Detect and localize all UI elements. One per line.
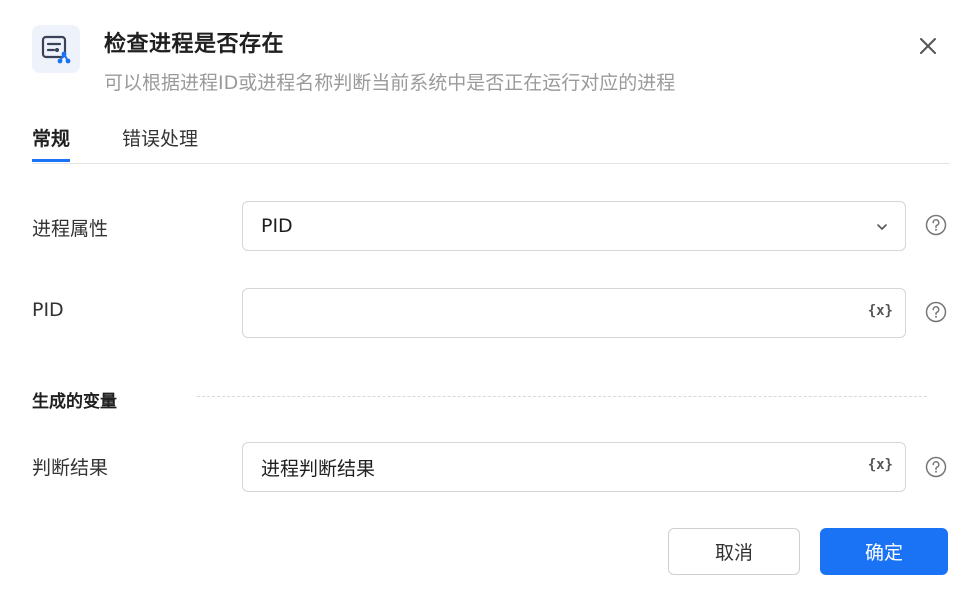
variable-insert-button[interactable]: {x} [868, 303, 893, 319]
result-label: 判断结果 [32, 457, 109, 479]
result-variable-input[interactable] [244, 444, 844, 490]
chevron-down-icon[interactable] [875, 220, 889, 234]
tab-general[interactable]: 常规 [32, 124, 71, 162]
confirm-button[interactable]: 确定 [820, 528, 948, 575]
help-icon[interactable] [925, 214, 947, 236]
section-divider [197, 396, 927, 397]
tab-bar: 常规 错误处理 [32, 124, 950, 164]
process-attr-value: PID [261, 215, 293, 237]
dialog-title: 检查进程是否存在 [104, 32, 285, 57]
process-attr-select[interactable]: PID [242, 201, 906, 251]
variable-insert-button[interactable]: {x} [868, 457, 893, 473]
dialog-subtitle: 可以根据进程ID或进程名称判断当前系统中是否正在运行对应的进程 [104, 72, 676, 94]
close-icon[interactable] [916, 34, 940, 58]
pid-label: PID [32, 299, 64, 321]
tab-error-handling[interactable]: 错误处理 [122, 124, 198, 151]
help-icon[interactable] [925, 456, 947, 478]
pid-field-wrapper: {x} [242, 288, 906, 338]
result-field-wrapper: {x} [242, 442, 906, 492]
help-icon[interactable] [925, 301, 947, 323]
process-attr-label: 进程属性 [32, 218, 109, 240]
cancel-button[interactable]: 取消 [668, 528, 800, 575]
pid-input[interactable] [244, 290, 844, 336]
section-title-variables: 生成的变量 [32, 392, 117, 412]
process-check-icon [32, 25, 80, 73]
